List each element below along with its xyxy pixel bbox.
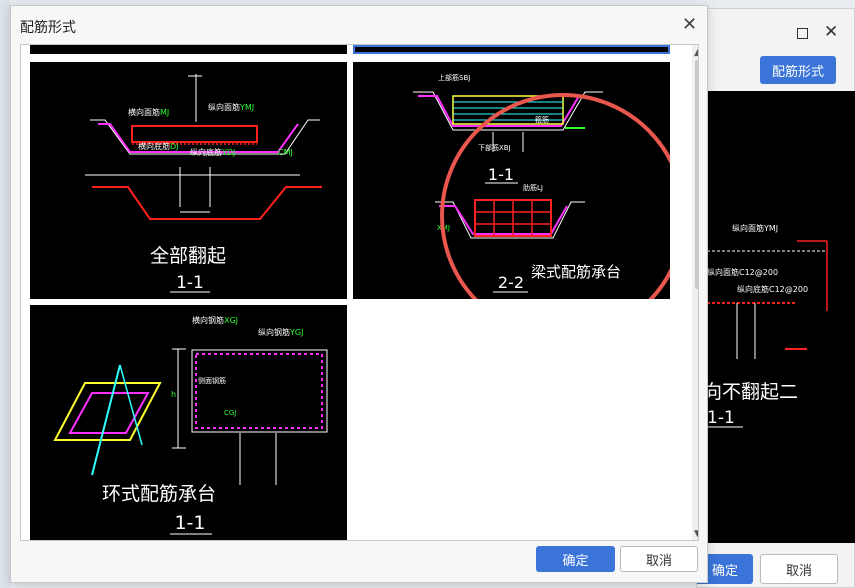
thumb2-caption: 梁式配筋承台 [531, 263, 621, 281]
label-cmj: CMJ [278, 148, 293, 157]
thumbnail-partial-top-right[interactable] [353, 45, 670, 54]
label-h: h [171, 390, 176, 399]
label-xbj: 下部筋XBJ [478, 143, 511, 152]
thumbnail-panel: 横向面筋MJ 纵向面筋YMJ 横向底筋DJ 纵向底筋YDJ CMJ 全部翻起 1… [20, 44, 699, 541]
label-zxgj: 纵向钢筋 [258, 327, 290, 337]
scroll-up-icon[interactable]: ▲ [694, 48, 698, 58]
peijin-xingshi-button[interactable]: 配筋形式 [760, 56, 836, 84]
background-cad-preview: 纵向面筋YMJ 纵向面筋C12@200 纵向底筋C12@200 向不翻起二 1-… [703, 91, 855, 543]
label-hxgj: 横向钢筋 [192, 315, 224, 325]
label-hxgj-code: XGJ [224, 316, 238, 325]
maximize-icon[interactable] [797, 28, 808, 39]
bg-caption: 向不翻起二 [707, 381, 798, 403]
thumbnail-quanbu-fanqi[interactable]: 横向面筋MJ 纵向面筋YMJ 横向底筋DJ 纵向底筋YDJ CMJ 全部翻起 1… [30, 62, 347, 299]
thumb3-section: 1-1 [174, 512, 205, 534]
thumbnail-partial-top-left[interactable] [30, 45, 347, 54]
label-zxgj-code: YGJ [289, 328, 303, 337]
label-hmj-code: MJ [160, 108, 169, 117]
vertical-scrollbar[interactable]: ▲ ▼ [692, 45, 698, 540]
bg-label-ydj: 纵向底筋C12@200 [737, 284, 808, 294]
label-lj: 肋筋LJ [523, 183, 543, 192]
label-sbj: 上部筋SBJ [438, 73, 470, 82]
ok-button[interactable]: 确定 [536, 546, 615, 572]
label-hdj: 横向底筋 [138, 141, 170, 151]
label-cmgj: 侧面钢筋 [198, 376, 226, 385]
background-cancel-button[interactable]: 取消 [760, 554, 838, 584]
label-zmj-code: YMJ [239, 103, 254, 112]
thumb2-section-bottom: 2-2 [498, 273, 524, 292]
thumb2-section-top: 1-1 [488, 165, 514, 184]
dialog-title: 配筋形式 [20, 20, 76, 36]
svg-text:横向底筋DJ: 横向底筋DJ [138, 141, 179, 151]
svg-text:纵向钢筋YGJ: 纵向钢筋YGJ [258, 327, 303, 337]
label-hmj: 横向面筋 [128, 107, 160, 117]
close-icon[interactable]: ✕ [682, 14, 697, 35]
label-zdj-code: YDJ [221, 148, 235, 157]
background-app-edge [0, 0, 10, 588]
label-hdj-code: DJ [170, 142, 179, 151]
bg-label-ymj: 纵向面筋YMJ [732, 223, 778, 233]
peijin-dialog: 配筋形式 ✕ 横向面筋MJ 纵向面筋YMJ 横向底筋DJ 纵向底筋YDJ CMJ… [10, 5, 708, 583]
cancel-button[interactable]: 取消 [620, 546, 698, 572]
thumbnail-liangshi-peijin-chengtai[interactable]: 上部筋SBJ 下部筋XBJ 箍筋 1-1 肋筋LJ XMJ 2-2 梁式配筋承台 [353, 62, 686, 339]
svg-text:横向面筋MJ: 横向面筋MJ [128, 107, 169, 117]
label-zmj: 纵向面筋 [208, 102, 240, 112]
bg-label-c12: 纵向面筋C12@200 [707, 267, 778, 277]
label-cmgj-code: CGJ [224, 409, 236, 417]
background-window: ✕ 配筋形式 纵向面筋YMJ 纵向面筋C12@200 纵向底筋C12@200 向… [696, 8, 855, 588]
svg-text:纵向面筋YMJ: 纵向面筋YMJ [208, 102, 254, 112]
scrollbar-thumb[interactable] [695, 60, 698, 289]
label-gj: 箍筋 [535, 115, 549, 124]
close-icon[interactable]: ✕ [824, 22, 838, 42]
svg-text:纵向底筋YDJ: 纵向底筋YDJ [190, 147, 235, 157]
thumbnail-huanshi-peijin-chengtai[interactable]: h 横向钢筋XGJ 纵向钢筋YGJ 侧面钢筋 CGJ 环式配筋承台 1-1 [30, 305, 347, 540]
svg-text:横向钢筋XGJ: 横向钢筋XGJ [192, 315, 238, 325]
label-zdj: 纵向底筋 [190, 147, 222, 157]
bg-section: 1-1 [707, 408, 735, 428]
thumb1-section: 1-1 [176, 273, 204, 293]
thumb3-caption: 环式配筋承台 [102, 483, 216, 505]
scroll-down-icon[interactable]: ▼ [694, 529, 698, 539]
thumb1-caption: 全部翻起 [150, 245, 226, 267]
